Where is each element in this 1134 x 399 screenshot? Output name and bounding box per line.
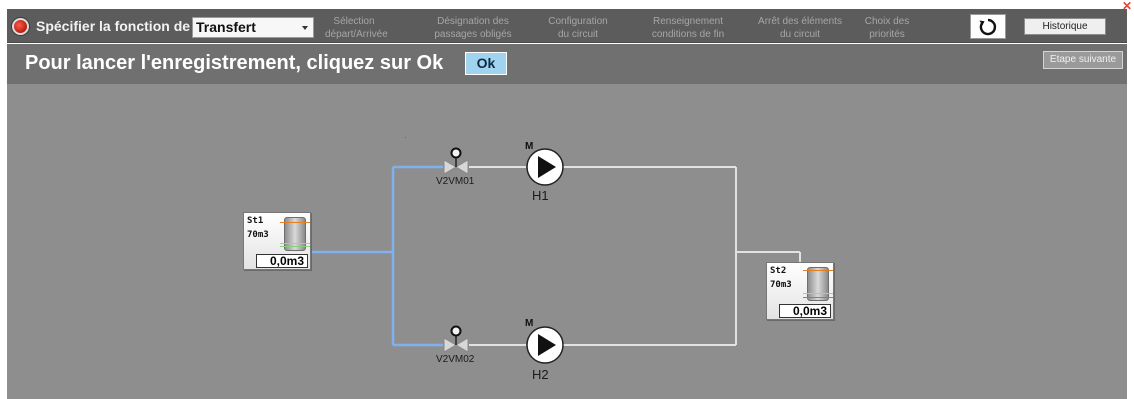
valve-label-v2vm02: V2VM02 (436, 354, 475, 365)
level-line-mid (280, 243, 310, 244)
step-line1: Renseignement (652, 16, 724, 27)
step-renseignement-conditions[interactable]: Renseignement conditions de fin (645, 15, 731, 41)
pump-motor-label: M (525, 141, 534, 152)
active-pipes (310, 165, 443, 347)
step-line1: Arrêt des éléments (758, 16, 842, 27)
step-line2: conditions de fin (651, 29, 725, 40)
chevron-down-icon (302, 26, 308, 30)
valve-icon[interactable] (443, 325, 469, 353)
tank-capacity: 70m3 (770, 280, 792, 290)
top-toolbar: Spécifier la fonction de : Transfert Sél… (7, 9, 1127, 43)
step-line2: du circuit (779, 29, 820, 40)
step-line1: Choix des (864, 16, 910, 27)
step-configuration-circuit[interactable]: Configuration du circuit (542, 15, 614, 41)
step-choix-priorites[interactable]: Choix des priorités (859, 15, 915, 41)
step-line2: départ/Arrivée (325, 29, 388, 40)
step-line2: priorités (869, 29, 905, 40)
level-line-high (280, 222, 310, 223)
valve-icon[interactable] (443, 147, 469, 175)
instruction-text: Pour lancer l'enregistrement, cliquez su… (25, 52, 444, 74)
ok-button[interactable]: Ok (465, 52, 507, 75)
function-select[interactable]: Transfert (192, 17, 314, 38)
step-line2: passages obligés (434, 29, 512, 40)
step-selection-depart-arrivee[interactable]: Sélection départ/Arrivée (325, 15, 388, 41)
tank-volume: 0,0m3 (256, 254, 308, 268)
step-line2: du circuit (557, 29, 598, 40)
pipe-network (310, 137, 801, 364)
idle-pipes (469, 166, 801, 346)
step-line1: Configuration (548, 16, 608, 27)
app-window: Spécifier la fonction de : Transfert Sél… (0, 0, 1134, 399)
pump-motor-label: M (525, 318, 534, 329)
circuit-diagram: V2VM01 V2VM02 M M H1 H2 St1 70m3 0,0m3 S… (7, 84, 1127, 399)
history-button[interactable]: Historique (1024, 18, 1106, 35)
step-designation-passages[interactable]: Désignation des passages obligés (431, 15, 515, 41)
close-icon[interactable]: ✕ (1122, 0, 1134, 15)
pump-label-h1: H1 (532, 188, 549, 203)
record-status-icon (12, 18, 29, 35)
tank-name: St1 (247, 216, 264, 226)
valve-label-v2vm01: V2VM01 (436, 176, 475, 187)
step-line1: Sélection (333, 16, 375, 27)
instruction-bar: Pour lancer l'enregistrement, cliquez su… (7, 44, 1127, 84)
tank-volume: 0,0m3 (779, 304, 831, 318)
tank-st1[interactable]: St1 70m3 0,0m3 (243, 212, 311, 270)
next-step-button[interactable]: Etape suivante (1043, 51, 1123, 69)
tank-name: St2 (770, 266, 787, 276)
tank-st2[interactable]: St2 70m3 0,0m3 (766, 262, 834, 320)
level-line-low (280, 246, 310, 247)
function-label: Spécifier la fonction de : (36, 18, 199, 34)
pump-icon[interactable] (526, 148, 564, 186)
step-arret-elements[interactable]: Arrêt des éléments du circuit (754, 15, 846, 41)
step-line1: Désignation des (437, 16, 509, 27)
tank-level-icon (807, 267, 829, 301)
reset-button[interactable] (970, 14, 1006, 39)
level-line-high (803, 270, 833, 271)
refresh-icon (979, 18, 997, 35)
pump-label-h2: H2 (532, 367, 549, 382)
level-line-low (803, 297, 833, 298)
tank-capacity: 70m3 (247, 230, 269, 240)
pump-icon[interactable] (526, 326, 564, 364)
level-line-mid (803, 293, 833, 294)
function-select-value: Transfert (196, 19, 256, 35)
marker-dot (405, 137, 406, 138)
